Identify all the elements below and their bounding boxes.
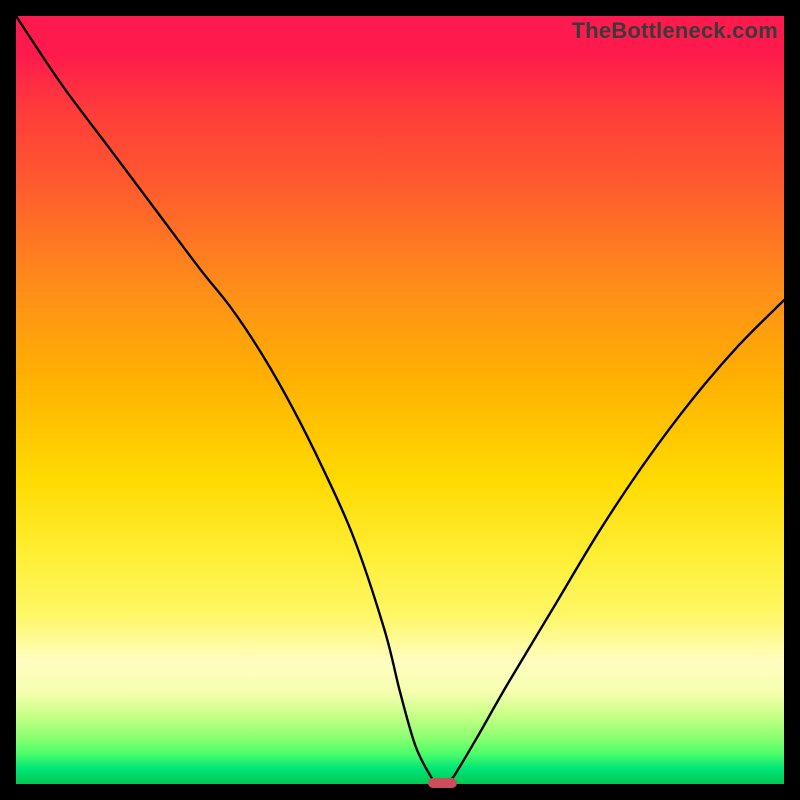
- watermark-text: TheBottleneck.com: [572, 18, 778, 44]
- chart-frame: TheBottleneck.com: [0, 0, 800, 800]
- optimal-marker: [428, 778, 457, 788]
- bottleneck-curve: [16, 16, 784, 784]
- plot-area: TheBottleneck.com: [16, 16, 784, 784]
